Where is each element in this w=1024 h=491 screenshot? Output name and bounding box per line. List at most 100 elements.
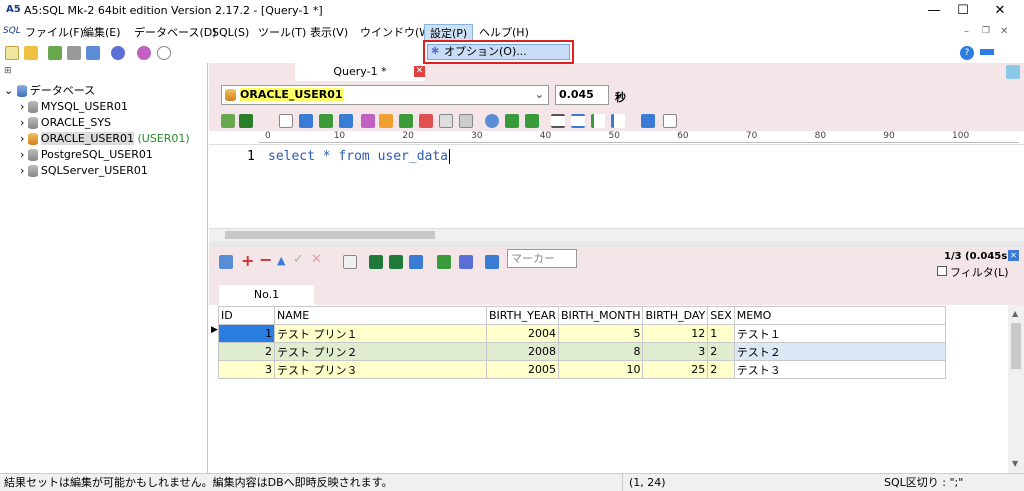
mdi-minimize-icon[interactable]: – [964, 26, 969, 37]
column-header[interactable]: ID [218, 306, 275, 325]
help-icon[interactable]: ? [960, 46, 974, 60]
cell[interactable]: 1 [218, 324, 275, 343]
excel-icon[interactable] [369, 255, 383, 269]
cell[interactable]: 3 [218, 360, 275, 379]
side-panel-icon[interactable] [1006, 65, 1020, 79]
excel-all-icon[interactable] [389, 255, 403, 269]
tree-toggle-icon[interactable]: ⊞ [4, 66, 12, 76]
column-header[interactable]: BIRTH_YEAR [486, 306, 559, 325]
filter-checkbox[interactable] [937, 266, 947, 276]
paste-icon[interactable] [459, 114, 473, 128]
cell[interactable]: 25 [642, 360, 709, 379]
cell[interactable]: 3 [642, 342, 709, 361]
marker-input[interactable]: マーカー [507, 249, 577, 268]
tree-view-icon[interactable] [663, 114, 677, 128]
cancel-icon[interactable]: ✕ [311, 252, 322, 267]
scroll-up-icon[interactable]: ▲ [1012, 309, 1018, 318]
disconnect-db-icon[interactable] [67, 46, 81, 60]
cell[interactable]: 2008 [486, 342, 559, 361]
cell[interactable]: 2 [707, 360, 735, 379]
compare-icon[interactable] [437, 255, 451, 269]
scroll-down-icon[interactable]: ▼ [1012, 459, 1018, 468]
search-icon[interactable] [485, 114, 499, 128]
ab-icon[interactable] [299, 114, 313, 128]
table-row[interactable]: 1 テスト プリン１ 2004 5 12 1 テスト１ [218, 324, 946, 343]
tree-item-oracle-sys[interactable]: › ORACLE_SYS [4, 115, 204, 131]
explain-icon[interactable] [339, 114, 353, 128]
tree-item-sqlserver[interactable]: › SQLServer_USER01 [4, 163, 204, 179]
mdi-close-icon[interactable]: ✕ [1000, 26, 1008, 37]
new-file-icon[interactable] [5, 46, 19, 60]
plugin-icon[interactable] [137, 46, 151, 60]
cell[interactable]: テスト プリン１ [274, 324, 487, 343]
table-icon[interactable] [641, 114, 655, 128]
step-icon[interactable] [361, 114, 375, 128]
indent-icon[interactable] [591, 114, 605, 128]
connection-select[interactable]: ORACLE_USER01 ⌄ [221, 85, 549, 105]
replace-icon[interactable] [505, 114, 519, 128]
menu-tools[interactable]: ツール(T) [253, 24, 311, 42]
open-folder-icon[interactable] [24, 46, 38, 60]
scroll-thumb[interactable] [1011, 323, 1021, 369]
cell[interactable]: 2 [707, 342, 735, 361]
cell[interactable]: テスト１ [733, 324, 946, 343]
tree-item-postgres[interactable]: › PostgreSQL_USER01 [4, 147, 204, 163]
keyboard-icon[interactable] [980, 49, 994, 55]
cell[interactable]: 2 [218, 342, 275, 361]
stop-icon[interactable] [279, 114, 293, 128]
tree-root[interactable]: ⌄ データベース [4, 83, 204, 99]
sql-text[interactable]: select * from user_data [268, 149, 451, 164]
comment-icon[interactable] [571, 114, 585, 128]
maximize-button[interactable]: ☐ [945, 0, 981, 22]
connect-db-icon[interactable] [48, 46, 62, 60]
tree-item-mysql[interactable]: › MYSQL_USER01 [4, 99, 204, 115]
add-row-icon[interactable]: + [241, 251, 254, 270]
close-button[interactable]: ✕ [982, 0, 1018, 22]
column-header[interactable]: BIRTH_DAY [642, 306, 709, 325]
cell[interactable]: 1 [707, 324, 735, 343]
grid-icon[interactable] [485, 255, 499, 269]
column-header[interactable]: BIRTH_MONTH [557, 306, 644, 325]
tab-result-1[interactable]: No.1 [219, 285, 314, 305]
cut-icon[interactable] [419, 114, 433, 128]
close-result-icon[interactable]: ✕ [1008, 250, 1019, 261]
delete-row-icon[interactable]: − [259, 250, 272, 269]
collapse-arrow-icon[interactable]: › [20, 116, 28, 129]
filter-icon[interactable] [459, 255, 473, 269]
export-icon[interactable] [343, 255, 357, 269]
cell[interactable]: テスト プリン２ [274, 342, 487, 361]
gear-icon[interactable] [111, 46, 125, 60]
collapse-arrow-icon[interactable]: › [20, 164, 28, 177]
collapse-arrow-icon[interactable]: › [20, 148, 28, 161]
run-dropdown-icon[interactable] [239, 114, 253, 128]
cell[interactable]: 2005 [486, 360, 559, 379]
align-icon[interactable] [551, 114, 565, 128]
outdent-icon[interactable] [611, 114, 625, 128]
cell[interactable]: 5 [557, 324, 644, 343]
menu-view[interactable]: 表示(V) [305, 24, 353, 42]
move-up-icon[interactable]: ▲ [277, 254, 285, 267]
csv-icon[interactable] [319, 114, 333, 128]
run-icon[interactable] [221, 114, 235, 128]
tab-query-1[interactable]: Query-1 * [295, 63, 425, 81]
calendar-icon[interactable] [219, 255, 233, 269]
column-header[interactable]: NAME [274, 306, 487, 325]
apply-icon[interactable]: ✓ [293, 252, 304, 267]
editor-horizontal-scrollbar[interactable] [209, 228, 1024, 241]
grid-vertical-scrollbar[interactable]: ▲ ▼ [1008, 305, 1024, 473]
cell[interactable]: テスト２ [733, 342, 946, 361]
format-icon[interactable] [525, 114, 539, 128]
cell[interactable]: 2004 [486, 324, 559, 343]
expand-arrow-icon[interactable]: ⌄ [4, 84, 17, 97]
cell[interactable]: 10 [557, 360, 644, 379]
options-menu-item[interactable]: ✱ オプション(O)... [427, 44, 570, 60]
table-row[interactable]: 3 テスト プリン３ 2005 10 25 2 テスト３ [218, 360, 946, 379]
clock-icon[interactable] [157, 46, 171, 60]
tree-item-oracle-user01[interactable]: › ORACLE_USER01 (USER01) [4, 131, 204, 147]
scroll-thumb[interactable] [225, 231, 435, 239]
cell[interactable]: 8 [557, 342, 644, 361]
column-header[interactable]: SEX [707, 306, 735, 325]
menu-sql[interactable]: SQL(S) [207, 24, 254, 42]
clipboard-icon[interactable] [409, 255, 423, 269]
redo-icon[interactable] [399, 114, 413, 128]
